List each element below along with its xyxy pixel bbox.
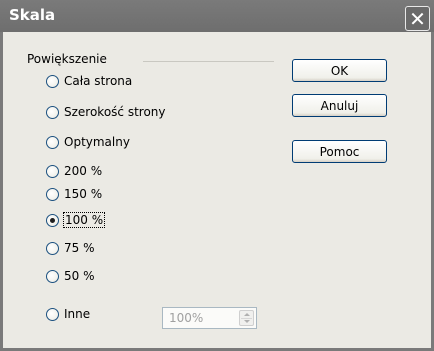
radio-200[interactable]: 200 % [46,163,102,179]
radio-button-icon[interactable] [46,187,59,201]
close-icon: ✕ [409,6,426,31]
help-button[interactable]: Pomoc [292,140,387,163]
radio-whole-page[interactable]: Cała strona [46,73,132,89]
radio-100[interactable]: 100 % [46,212,106,228]
ok-button[interactable]: OK [292,59,387,82]
radio-button-icon[interactable] [46,213,59,227]
radio-optimal[interactable]: Optymalny [46,134,130,150]
other-zoom-spinbox[interactable]: 100% [162,307,257,329]
cancel-button[interactable]: Anuluj [292,94,387,117]
radio-button-icon[interactable] [46,74,59,88]
radio-label: Szerokość strony [64,105,166,119]
spin-up-icon[interactable] [244,313,250,316]
window-title: Skala [9,6,56,24]
radio-label: 50 % [64,269,95,283]
zoom-group-label: Powiększenie [27,52,111,66]
radio-button-icon[interactable] [46,164,59,178]
radio-150[interactable]: 150 % [46,186,102,202]
group-divider [143,61,274,62]
radio-label: Cała strona [64,74,133,88]
radio-button-icon[interactable] [46,105,59,119]
spin-arrows-icon[interactable] [239,310,254,326]
spin-divider [241,318,252,319]
radio-50[interactable]: 50 % [46,268,95,284]
radio-label: 200 % [64,164,103,178]
radio-button-icon[interactable] [46,241,59,255]
title-bar[interactable]: Skala ✕ [0,0,434,32]
radio-75[interactable]: 75 % [46,240,95,256]
spin-down-icon[interactable] [244,320,250,323]
radio-label: 100 % [62,212,106,228]
radio-label: Inne [64,307,91,321]
close-button[interactable]: ✕ [405,6,430,31]
radio-button-icon[interactable] [46,135,59,149]
radio-button-icon[interactable] [46,269,59,283]
radio-label: Optymalny [64,135,130,149]
radio-other[interactable]: Inne [46,306,90,322]
radio-page-width[interactable]: Szerokość strony [46,104,166,120]
radio-label: 75 % [64,241,95,255]
radio-button-icon[interactable] [46,307,59,321]
dialog-window: Skala ✕ Powiększenie Cała strona Szeroko… [0,0,434,351]
radio-label: 150 % [64,187,103,201]
other-zoom-value: 100% [169,311,204,325]
